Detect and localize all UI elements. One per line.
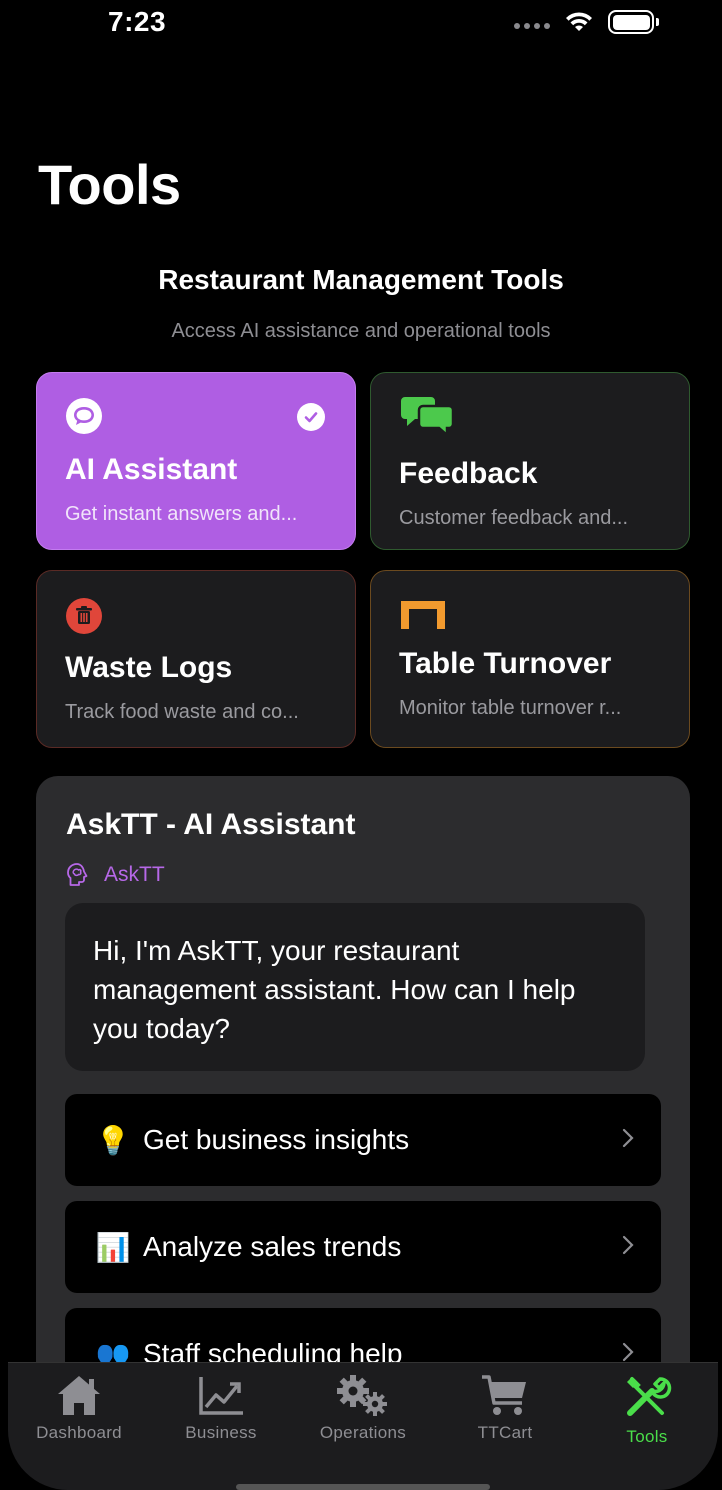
chat-bubble-icon xyxy=(65,397,103,440)
tool-card-desc: Track food waste and co... xyxy=(65,701,299,723)
tool-card-ai-assistant[interactable]: AI Assistant Get instant answers and... xyxy=(36,372,356,550)
tab-bar: Dashboard Business Operations TTCart Too… xyxy=(8,1362,718,1490)
lightbulb-icon: 💡 xyxy=(95,1124,131,1156)
section-heading: Restaurant Management Tools xyxy=(158,264,564,295)
tool-card-title: Waste Logs xyxy=(65,651,233,684)
tool-card-title: AI Assistant xyxy=(65,453,238,486)
tab-ttcart[interactable]: TTCart xyxy=(434,1373,576,1463)
wifi-icon xyxy=(566,12,592,31)
tools-icon xyxy=(627,1377,672,1416)
section-subheading: Access AI assistance and operational too… xyxy=(171,320,551,342)
assistant-message: Hi, I'm AskTT, your restaurant managemen… xyxy=(65,903,645,1071)
chat-panel-title: AskTT - AI Assistant xyxy=(66,808,356,841)
tool-card-desc: Get instant answers and... xyxy=(65,503,298,525)
tab-tools[interactable]: Tools xyxy=(576,1373,718,1463)
tool-card-desc: Customer feedback and... xyxy=(399,507,629,529)
chart-icon xyxy=(199,1377,243,1415)
chevron-right-icon xyxy=(622,1128,634,1148)
tab-label: Operations xyxy=(319,1423,407,1442)
status-icons xyxy=(514,10,659,34)
tool-card-waste-logs[interactable]: Waste Logs Track food waste and co... xyxy=(36,570,356,748)
gears-icon xyxy=(337,1375,387,1416)
speech-bubbles-icon xyxy=(401,395,455,442)
tab-label: Business xyxy=(185,1423,257,1442)
agent-tag: AskTT xyxy=(66,862,165,888)
suggestion-label: Analyze sales trends xyxy=(143,1231,402,1262)
tab-dashboard[interactable]: Dashboard xyxy=(8,1373,150,1463)
home-icon xyxy=(58,1376,100,1415)
tab-label: Tools xyxy=(626,1427,668,1446)
tool-card-desc: Monitor table turnover r... xyxy=(399,697,622,719)
tab-business[interactable]: Business xyxy=(150,1373,292,1463)
brain-head-icon xyxy=(67,863,88,886)
trash-icon xyxy=(65,597,103,640)
tool-card-title: Table Turnover xyxy=(399,647,612,680)
suggestion-label: Get business insights xyxy=(143,1124,410,1155)
tab-label: Dashboard xyxy=(36,1423,122,1442)
agent-name: AskTT xyxy=(104,863,165,886)
page-title: Tools xyxy=(38,153,181,216)
suggestion-business-insights[interactable]: 💡 Get business insights xyxy=(65,1094,661,1186)
cellular-signal-icon xyxy=(514,23,550,29)
suggestion-sales-trends[interactable]: 📊 Analyze sales trends xyxy=(65,1201,661,1293)
tool-card-title: Feedback xyxy=(399,457,538,490)
table-icon xyxy=(401,601,445,634)
selected-check-icon xyxy=(297,403,325,431)
home-indicator xyxy=(236,1484,490,1490)
tab-label: TTCart xyxy=(477,1423,533,1442)
bar-chart-icon: 📊 xyxy=(95,1231,131,1263)
cart-icon xyxy=(482,1375,526,1415)
tool-card-feedback[interactable]: Feedback Customer feedback and... xyxy=(370,372,690,550)
tab-operations[interactable]: Operations xyxy=(292,1373,434,1463)
chevron-right-icon xyxy=(622,1235,634,1255)
battery-icon xyxy=(608,10,659,34)
status-time: 7:23 xyxy=(108,6,167,37)
tool-card-table-turnover[interactable]: Table Turnover Monitor table turnover r.… xyxy=(370,570,690,748)
status-bar: 7:23 xyxy=(0,0,722,50)
